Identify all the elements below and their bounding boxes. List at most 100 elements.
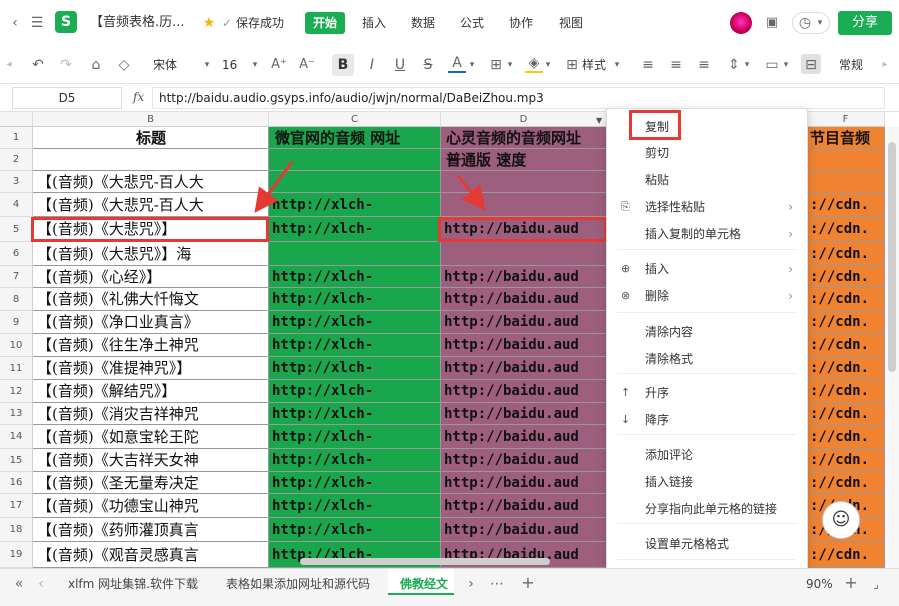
border-chevron-icon[interactable]: ▾ xyxy=(505,56,515,74)
app-logo-icon: S xyxy=(55,11,77,33)
sheet-more-icon[interactable]: ⋯ xyxy=(490,575,504,593)
menu-item-label: 清除格式 xyxy=(645,352,694,366)
menu-item[interactable]: ⊗ 删除 › xyxy=(607,283,807,309)
menu-item-label: 插入链接 xyxy=(645,475,694,489)
menu-item-label: 分享指向此单元格的链接 xyxy=(645,502,778,516)
present-icon[interactable]: ▣ xyxy=(762,14,782,32)
menu-icon[interactable]: ☰ xyxy=(28,14,46,32)
sheet-first-icon[interactable]: « xyxy=(12,575,26,593)
align-right-icon[interactable]: ≡ xyxy=(696,56,712,74)
menu-separator xyxy=(617,523,797,524)
star-icon[interactable]: ★ xyxy=(202,14,216,32)
menu-separator xyxy=(617,559,797,560)
scroll-left-icon[interactable]: ◂ xyxy=(4,56,14,74)
menu-item[interactable]: 剪切 xyxy=(607,140,807,166)
valign-chevron-icon[interactable]: ▾ xyxy=(742,56,752,74)
tab-collab[interactable]: 协作 xyxy=(509,14,533,32)
font-name-select[interactable]: 宋体 xyxy=(153,56,177,74)
add-sheet-icon[interactable]: + xyxy=(520,574,536,592)
tab-view[interactable]: 视图 xyxy=(559,14,583,32)
sheet-tab-2[interactable]: 表格如果添加网址和源代码 xyxy=(226,573,370,595)
menu-item[interactable]: 分享指向此单元格的链接 xyxy=(607,496,807,522)
style-select[interactable]: 样式 xyxy=(582,56,606,74)
sheet-tab-1[interactable]: xlfm 网址集锦.软件下载 xyxy=(68,573,198,595)
submenu-arrow-icon: › xyxy=(788,289,793,303)
submenu-arrow-icon: › xyxy=(788,200,793,214)
tab-formula[interactable]: 公式 xyxy=(460,14,484,32)
menu-separator xyxy=(617,434,797,435)
back-icon[interactable]: ‹ xyxy=(8,14,22,32)
menu-item-label: 剪切 xyxy=(645,146,670,160)
menu-item-label: 插入复制的单元格 xyxy=(645,227,742,241)
vertical-align-icon[interactable]: ⇕ xyxy=(726,56,742,74)
font-color-icon[interactable]: A xyxy=(448,56,466,73)
tab-start-label[interactable]: 开始 xyxy=(313,14,337,32)
bottom-bar: « ‹ xlfm 网址集锦.软件下载 表格如果添加网址和源代码 佛教经文 › ⋯… xyxy=(0,568,899,606)
redo-icon[interactable]: ↷ xyxy=(58,56,74,74)
menu-item-label: 添加评论 xyxy=(645,448,694,462)
sort-asc-icon: ↑ xyxy=(621,386,631,399)
bold-icon[interactable]: B xyxy=(334,56,352,74)
wrap-text-icon[interactable]: ⊟ xyxy=(802,56,820,74)
doc-title[interactable]: 【音频表格.历... xyxy=(90,14,185,32)
eraser-icon[interactable]: ◇ xyxy=(116,56,132,74)
submenu-arrow-icon: › xyxy=(788,227,793,241)
scroll-right-icon[interactable]: ▸ xyxy=(880,56,890,74)
tab-data[interactable]: 数据 xyxy=(411,14,435,32)
menu-item[interactable]: ↑ 升序 xyxy=(607,380,807,406)
sheet-next-icon[interactable]: › xyxy=(466,575,476,593)
menu-item[interactable]: ↓ 降序 xyxy=(607,407,807,433)
clock-icon: ◷ xyxy=(798,15,812,31)
align-left-icon[interactable]: ≡ xyxy=(640,56,656,74)
style-icon[interactable]: ⊞ xyxy=(564,56,580,74)
style-chevron-icon[interactable]: ▾ xyxy=(612,56,622,74)
sheet-tab-3-label[interactable]: 佛教经文 xyxy=(400,573,448,595)
menu-item[interactable]: 设置单元格格式 xyxy=(607,531,807,557)
menu-item-label: 清除内容 xyxy=(645,325,694,339)
zoom-level[interactable]: 90% xyxy=(806,573,833,595)
tab-insert[interactable]: 插入 xyxy=(362,14,386,32)
merge-icon[interactable]: ▭ xyxy=(764,56,780,74)
menu-item-label: 删除 xyxy=(645,289,670,303)
toolbar: ◂ ↶ ↷ ⌂ ◇ 宋体 ▾ 16 ▾ A⁺ A⁻ B I U S A ▾ ⊞ … xyxy=(0,46,899,84)
avatar[interactable] xyxy=(730,12,752,34)
formula-input[interactable]: http://baidu.audio.gsyps.info/audio/jwjn… xyxy=(152,87,885,109)
menu-item-label: 降序 xyxy=(645,413,670,427)
fullscreen-icon[interactable]: ⌟ xyxy=(868,575,884,593)
title-bar: ‹ ☰ S 【音频表格.历... ★ ✓ 保存成功 开始 插入 数据 公式 协作… xyxy=(0,0,899,46)
cell-reference-box[interactable]: D5 xyxy=(12,87,122,109)
menu-item[interactable]: 清除内容 xyxy=(607,319,807,345)
number-format-select[interactable]: 常规 xyxy=(839,56,863,74)
menu-item-label: 升序 xyxy=(645,386,670,400)
share-button[interactable]: 分享 xyxy=(838,11,892,35)
merge-chevron-icon[interactable]: ▾ xyxy=(781,56,791,74)
menu-item[interactable]: 粘贴 xyxy=(607,167,807,193)
menu-item[interactable]: ⎘ 选择性粘贴 › xyxy=(607,194,807,220)
font-grow-icon[interactable]: A⁺ xyxy=(270,56,288,74)
fx-icon[interactable]: fx xyxy=(133,90,144,104)
menu-item[interactable]: ⊕ 插入 › xyxy=(607,256,807,282)
font-size-select[interactable]: 16 xyxy=(222,56,237,74)
strikethrough-icon[interactable]: S xyxy=(419,56,437,74)
menu-item[interactable]: 清除格式 xyxy=(607,346,807,372)
assistant-icon[interactable]: ☺ xyxy=(822,501,860,539)
menu-item[interactable]: 插入复制的单元格 › xyxy=(607,221,807,247)
menu-item-label: 选择性粘贴 xyxy=(645,200,706,214)
paste-special-icon: ⎘ xyxy=(621,200,630,213)
font-chevron-icon[interactable]: ▾ xyxy=(202,56,212,74)
fill-color-icon[interactable]: ◈ xyxy=(525,56,543,73)
font-shrink-icon[interactable]: A⁻ xyxy=(298,56,316,74)
undo-icon[interactable]: ↶ xyxy=(30,56,46,74)
zoom-in-icon[interactable]: + xyxy=(843,574,859,592)
border-icon[interactable]: ⊞ xyxy=(487,56,505,74)
size-chevron-icon[interactable]: ▾ xyxy=(250,56,260,74)
menu-item[interactable]: 插入链接 xyxy=(607,469,807,495)
italic-icon[interactable]: I xyxy=(363,56,381,74)
align-center-icon[interactable]: ≡ xyxy=(668,56,684,74)
underline-icon[interactable]: U xyxy=(391,56,409,74)
sheet-prev-icon[interactable]: ‹ xyxy=(36,575,46,593)
font-color-chevron-icon[interactable]: ▾ xyxy=(467,56,477,74)
menu-item[interactable]: 添加评论 xyxy=(607,442,807,468)
format-painter-icon[interactable]: ⌂ xyxy=(88,56,104,74)
fill-chevron-icon[interactable]: ▾ xyxy=(543,56,553,74)
